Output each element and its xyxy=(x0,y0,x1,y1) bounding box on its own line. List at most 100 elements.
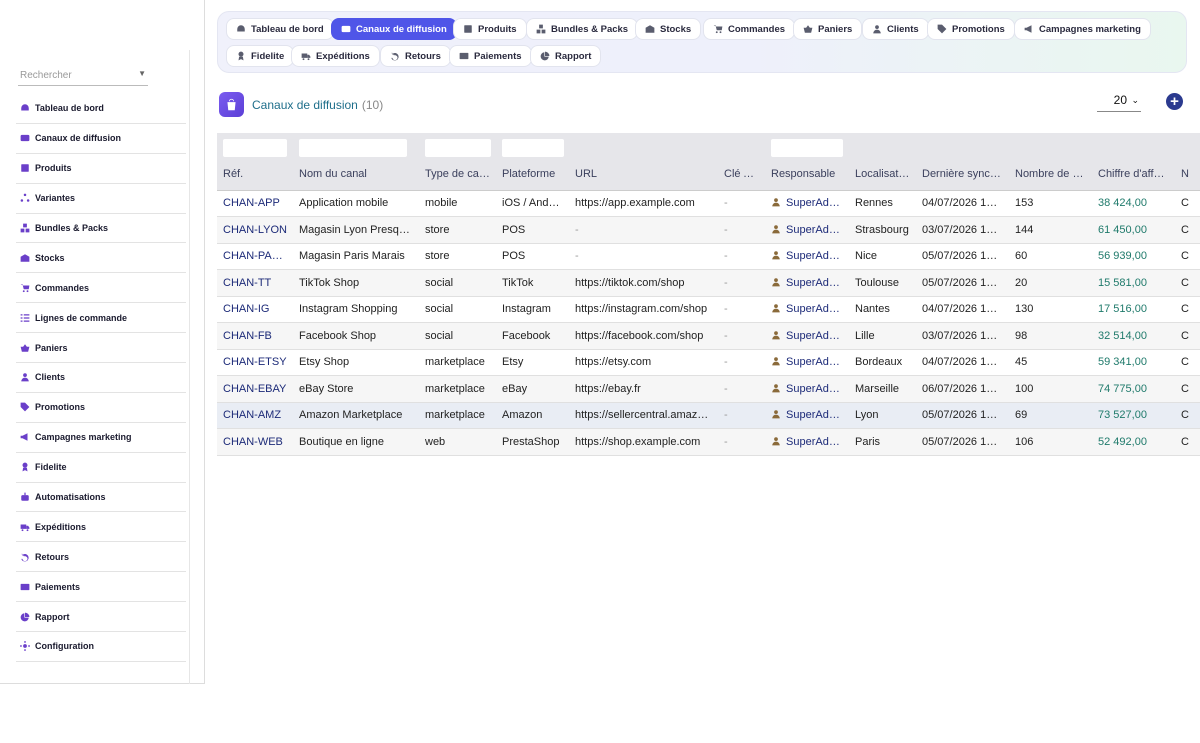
cell-ref[interactable]: CHAN-TT xyxy=(217,269,293,297)
column-header[interactable]: Plateforme xyxy=(496,158,569,191)
tab-bundles-packs[interactable]: Bundles & Packs xyxy=(526,18,639,40)
cell-ref[interactable]: CHAN-IG xyxy=(217,296,293,323)
tab-commandes[interactable]: Commandes xyxy=(703,18,796,40)
sidebar-item-rapport[interactable]: Rapport xyxy=(16,602,186,633)
cell-url[interactable]: - xyxy=(569,243,718,270)
cell-url[interactable]: https://etsy.com xyxy=(569,349,718,376)
cell-ref[interactable]: CHAN-APP xyxy=(217,190,293,217)
add-channel-button[interactable]: + xyxy=(1166,93,1183,110)
filter-name[interactable] xyxy=(293,133,419,158)
cell-resp[interactable]: SuperAdmin xyxy=(765,190,849,217)
cell-ref[interactable]: CHAN-FB xyxy=(217,322,293,350)
filter-type[interactable] xyxy=(419,133,496,158)
sidebar-item-paniers[interactable]: Paniers xyxy=(16,333,186,364)
cell-resp[interactable]: SuperAdmin xyxy=(765,322,849,350)
tab-paniers[interactable]: Paniers xyxy=(793,18,863,40)
sidebar-item-lignes-de-commande[interactable]: Lignes de commande xyxy=(16,303,186,334)
sidebar-item-variantes[interactable]: Variantes xyxy=(16,184,186,214)
sidebar-item-fidelite[interactable]: Fidelite xyxy=(16,453,186,483)
gear-icon xyxy=(19,641,30,652)
column-header[interactable]: N xyxy=(1175,158,1200,191)
sidebar-item-configuration[interactable]: Configuration xyxy=(16,632,186,662)
cell-url[interactable]: https://ebay.fr xyxy=(569,375,718,403)
cell-url[interactable]: https://sellercentral.amazon.fr xyxy=(569,402,718,429)
cell-url[interactable]: https://facebook.com/shop xyxy=(569,322,718,350)
cell-url[interactable]: https://tiktok.com/shop xyxy=(569,269,718,297)
tab-campagnes-marketing[interactable]: Campagnes marketing xyxy=(1014,18,1151,40)
cell-resp[interactable]: SuperAdmin xyxy=(765,428,849,456)
sidebar-item-bundles-packs[interactable]: Bundles & Packs xyxy=(16,214,186,244)
column-header[interactable]: Type de canal xyxy=(419,158,496,191)
column-header[interactable]: Localisation xyxy=(849,158,916,191)
sidebar-search-input[interactable]: Rechercher ▼ xyxy=(18,66,148,86)
column-header[interactable]: Dernière synchronisation xyxy=(916,158,1009,191)
cell-resp[interactable]: SuperAdmin xyxy=(765,269,849,297)
cell-ref[interactable]: CHAN-ETSY xyxy=(217,349,293,376)
tab-promotions[interactable]: Promotions xyxy=(927,18,1015,40)
filter-ref[interactable] xyxy=(217,133,293,158)
column-header[interactable]: Chiffre d'affaires xyxy=(1092,158,1175,191)
tab-paiements[interactable]: Paiements xyxy=(449,45,532,67)
tab-produits[interactable]: Produits xyxy=(453,18,527,40)
filter-responsable[interactable] xyxy=(765,133,849,158)
sidebar-item-exp-ditions[interactable]: Expéditions xyxy=(16,512,186,543)
tab-canaux-de-diffusion[interactable]: Canaux de diffusion xyxy=(331,18,457,40)
tab-tableau-de-bord[interactable]: Tableau de bord xyxy=(226,18,334,40)
tab-fidelite[interactable]: Fidelite xyxy=(226,45,295,67)
sidebar-item-label: Commandes xyxy=(35,282,90,293)
cell-resp[interactable]: SuperAdmin xyxy=(765,349,849,376)
cell-resp[interactable]: SuperAdmin xyxy=(765,375,849,403)
column-header[interactable]: Responsable xyxy=(765,158,849,191)
cell-url[interactable]: https://app.example.com xyxy=(569,190,718,217)
cell-ref[interactable]: CHAN-PARIS xyxy=(217,243,293,270)
sidebar-item-paiements[interactable]: Paiements xyxy=(16,572,186,603)
sidebar-item-tableau-de-bord[interactable]: Tableau de bord xyxy=(16,94,186,124)
tab-exp-ditions[interactable]: Expéditions xyxy=(291,45,380,67)
user-icon xyxy=(19,372,30,383)
sidebar-item-clients[interactable]: Clients xyxy=(16,363,186,393)
table-row[interactable]: CHAN-WEB Boutique en ligne web PrestaShop ht… xyxy=(217,428,1200,456)
cell-ref[interactable]: CHAN-AMZ xyxy=(217,402,293,429)
cell-resp[interactable]: SuperAdmin xyxy=(765,216,849,244)
table-row[interactable]: CHAN-IG Instagram Shopping social Instagram… xyxy=(217,296,1200,323)
column-header[interactable]: Nombre de commandes xyxy=(1009,158,1092,191)
sidebar-item-produits[interactable]: Produits xyxy=(16,154,186,184)
cell-ref[interactable]: CHAN-LYON xyxy=(217,216,293,244)
cell-url[interactable]: - xyxy=(569,216,718,244)
table-row[interactable]: CHAN-ETSY Etsy Shop marketplace Etsy https:/… xyxy=(217,349,1200,376)
sidebar-item-retours[interactable]: Retours xyxy=(16,542,186,573)
cell-resp[interactable]: SuperAdmin xyxy=(765,402,849,429)
cell-resp[interactable]: SuperAdmin xyxy=(765,243,849,270)
sidebar-item-promotions[interactable]: Promotions xyxy=(16,393,186,423)
column-header[interactable]: Clé API xyxy=(718,158,765,191)
sidebar-item-stocks[interactable]: Stocks xyxy=(16,243,186,274)
cell-sync: 03/07/2026 18:06 xyxy=(916,216,1009,244)
chevron-down-icon[interactable]: ▼ xyxy=(138,69,146,78)
sidebar-item-commandes[interactable]: Commandes xyxy=(16,273,186,304)
tab-stocks[interactable]: Stocks xyxy=(635,18,702,40)
tab-clients[interactable]: Clients xyxy=(862,18,929,40)
table-row[interactable]: CHAN-AMZ Amazon Marketplace marketplace Ama… xyxy=(217,402,1200,429)
cell-ref[interactable]: CHAN-WEB xyxy=(217,428,293,456)
cell-revenue: 61 450,00 xyxy=(1092,216,1175,244)
cell-url[interactable]: https://shop.example.com xyxy=(569,428,718,456)
table-row[interactable]: CHAN-TT TikTok Shop social TikTok https://ti… xyxy=(217,269,1200,297)
tab-rapport[interactable]: Rapport xyxy=(530,45,602,67)
table-row[interactable]: CHAN-PARIS Magasin Paris Marais store POS - -… xyxy=(217,243,1200,270)
table-row[interactable]: CHAN-EBAY eBay Store marketplace eBay https:… xyxy=(217,375,1200,403)
sidebar-item-automatisations[interactable]: Automatisations xyxy=(16,483,186,513)
column-header[interactable]: Nom du canal xyxy=(293,158,419,191)
cell-url[interactable]: https://instagram.com/shop xyxy=(569,296,718,323)
table-row[interactable]: CHAN-LYON Magasin Lyon Presqu'île store POS… xyxy=(217,216,1200,244)
filter-platform[interactable] xyxy=(496,133,569,158)
table-row[interactable]: CHAN-APP Application mobile mobile iOS / An… xyxy=(217,190,1200,217)
cell-resp[interactable]: SuperAdmin xyxy=(765,296,849,323)
column-header[interactable]: URL xyxy=(569,158,718,191)
sidebar-item-canaux-de-diffusion[interactable]: Canaux de diffusion xyxy=(16,124,186,154)
per-page-select[interactable]: 20 ⌄ xyxy=(1097,93,1141,112)
tab-retours[interactable]: Retours xyxy=(380,45,451,67)
sidebar-item-campagnes-marketing[interactable]: Campagnes marketing xyxy=(16,423,186,453)
cell-ref[interactable]: CHAN-EBAY xyxy=(217,375,293,403)
table-row[interactable]: CHAN-FB Facebook Shop social Facebook https:… xyxy=(217,322,1200,350)
column-header[interactable]: Réf. xyxy=(217,158,293,191)
